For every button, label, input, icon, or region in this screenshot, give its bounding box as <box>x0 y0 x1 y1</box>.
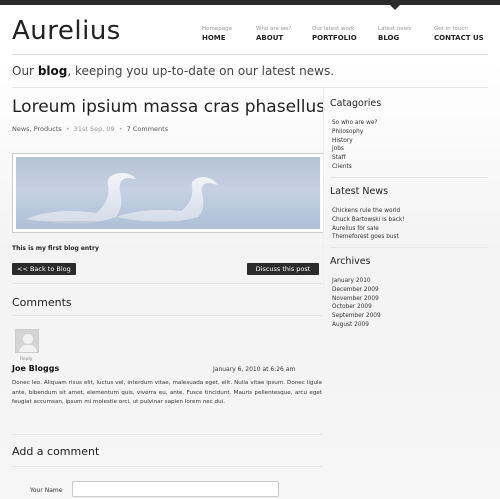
post-categories[interactable]: News, Products <box>12 125 62 133</box>
sidebar-link[interactable]: So who are we? <box>332 119 377 128</box>
sidebar-link[interactable]: August 2009 <box>332 321 381 330</box>
nav-item-contact[interactable]: Get in touch CONTACT US <box>434 26 484 42</box>
nav-item-label: BLOG <box>378 34 400 42</box>
discuss-post-button[interactable]: Discuss this post <box>247 263 319 275</box>
nav-item-label: CONTACT US <box>434 34 484 42</box>
latest-news-list: Chickens rule the world Chuck Bartowski … <box>332 207 405 242</box>
sidebar-link[interactable]: October 2009 <box>332 303 381 312</box>
nav-item-subtitle: Get in touch <box>434 26 468 32</box>
top-bar <box>0 0 500 5</box>
sidebar-divider <box>323 88 324 288</box>
post-image-frame <box>12 153 324 233</box>
sidebar-link[interactable]: Aurelius for sale <box>332 225 405 234</box>
divider <box>12 283 322 284</box>
divider <box>12 466 322 467</box>
archives-heading: Archives <box>330 256 371 267</box>
tagline-bold: blog <box>37 64 68 78</box>
comment-body: Donec leo. Aliquam risus elit, luctus ve… <box>12 380 322 405</box>
sidebar-link[interactable]: Clients <box>332 163 377 172</box>
sidebar-link[interactable]: September 2009 <box>332 312 381 321</box>
post-entry-text: This is my first blog entry <box>12 245 99 252</box>
name-field[interactable] <box>72 481 279 497</box>
post-comment-count[interactable]: 7 Comments <box>127 125 168 133</box>
site-logo[interactable]: Aurelius <box>12 16 121 46</box>
sidebar-link[interactable]: History <box>332 137 377 146</box>
comment-author: Joe Bloggs <box>12 364 60 373</box>
page-tagline: Our blog, keeping you up-to-date on our … <box>12 64 334 78</box>
nav-item-subtitle: Latest news <box>378 26 411 32</box>
sidebar-link[interactable]: Jobs <box>332 145 377 154</box>
sidebar-link[interactable]: January 2010 <box>332 277 381 286</box>
comment-date: January 6, 2010 at 6:26 am <box>213 366 296 373</box>
meta-separator: • <box>116 125 125 133</box>
sidebar-link[interactable]: December 2009 <box>332 286 381 295</box>
divider <box>12 434 322 435</box>
nav-item-subtitle: Our latest work <box>312 26 355 32</box>
nav-item-label: HOME <box>202 34 226 42</box>
post-date: 31st Sep, 09 <box>73 125 115 133</box>
nav-item-subtitle: Who are we? <box>256 26 292 32</box>
sidebar-link[interactable]: Chuck Bartowski is back! <box>332 216 405 225</box>
nav-item-label: PORTFOLIO <box>312 34 357 42</box>
meta-separator: • <box>63 125 72 133</box>
divider <box>330 247 488 248</box>
latest-news-heading: Latest News <box>330 186 389 197</box>
sidebar-link[interactable]: Philosophy <box>332 128 377 137</box>
sidebar-link[interactable]: Themeforest goes bust <box>332 233 405 242</box>
swans-illustration <box>16 172 320 229</box>
add-comment-heading: Add a comment <box>12 445 100 458</box>
tagline-post: , keeping you up-to-date on our latest n… <box>67 64 335 78</box>
tagline-divider <box>12 87 488 88</box>
default-avatar-icon <box>15 329 39 353</box>
sidebar-link[interactable]: November 2009 <box>332 295 381 304</box>
nav-item-label: ABOUT <box>256 34 284 42</box>
categories-list: So who are we? Philosophy History Jobs S… <box>332 119 377 172</box>
header-divider <box>12 54 488 55</box>
archives-list: January 2010 December 2009 November 2009… <box>332 277 381 330</box>
post-title[interactable]: Loreum ipsium massa cras phasellus <box>12 97 325 117</box>
sidebar-link[interactable]: Staff <box>332 154 377 163</box>
nav-item-about[interactable]: Who are we? ABOUT <box>256 26 291 42</box>
active-nav-indicator <box>390 5 400 10</box>
categories-heading: Catagories <box>330 98 382 109</box>
divider <box>12 315 322 316</box>
swans-photo <box>16 157 320 229</box>
avatar-silhouette <box>16 330 38 352</box>
divider <box>330 177 488 178</box>
post-meta: News, Products • 31st Sep, 09 • 7 Commen… <box>12 125 168 133</box>
comments-heading: Comments <box>12 296 72 309</box>
sidebar-link[interactable]: Chickens rule the world <box>332 207 405 216</box>
nav-item-portfolio[interactable]: Our latest work PORTFOLIO <box>312 26 357 42</box>
reply-link[interactable]: Reply <box>20 357 32 362</box>
tagline-pre: Our <box>12 64 38 78</box>
back-to-blog-button[interactable]: << Back to Blog <box>12 263 76 275</box>
nav-item-home[interactable]: Homepage HOME <box>202 26 232 42</box>
nav-item-subtitle: Homepage <box>202 26 232 32</box>
nav-item-blog[interactable]: Latest news BLOG <box>378 26 411 42</box>
name-field-label: Your Name <box>30 487 63 494</box>
